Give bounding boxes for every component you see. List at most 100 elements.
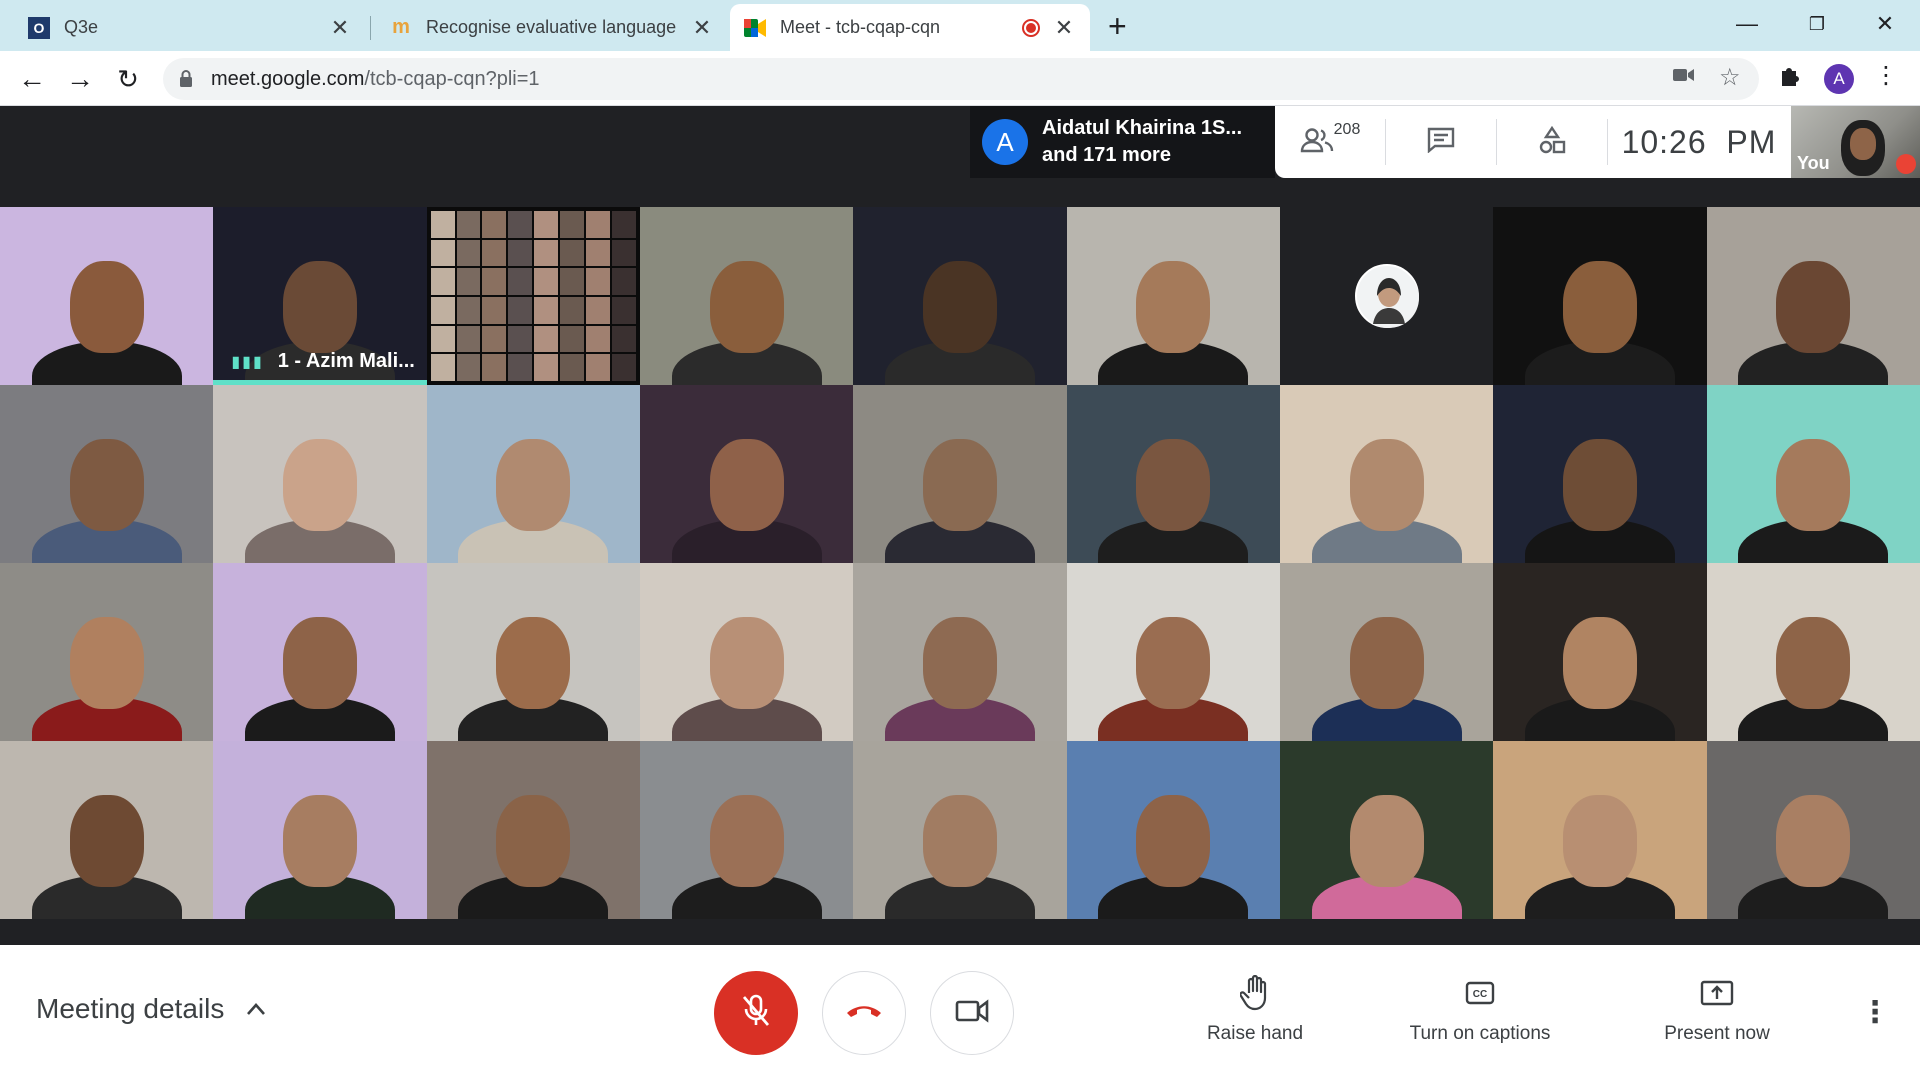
bookmark-star-icon[interactable]: ☆	[1719, 63, 1741, 92]
chat-button[interactable]	[1386, 106, 1496, 178]
participant-tile[interactable]	[426, 207, 640, 385]
participant-tile[interactable]	[639, 563, 854, 741]
participant-tile[interactable]	[1493, 385, 1707, 563]
participant-tile[interactable]	[426, 563, 640, 741]
participant-face	[1349, 438, 1424, 531]
extensions-icon[interactable]	[1778, 65, 1800, 93]
participant-face	[922, 616, 997, 709]
new-tab-button[interactable]: +	[1108, 8, 1127, 45]
current-time: 10:26 PM	[1621, 123, 1777, 160]
tab-recognise-evaluative-language[interactable]: m Recognise evaluative language ✕	[376, 4, 728, 51]
meeting-details-button[interactable]: Meeting details	[36, 993, 266, 1025]
forward-icon[interactable]: →	[60, 59, 100, 99]
leave-call-button[interactable]	[822, 971, 906, 1055]
participant-tile[interactable]	[0, 563, 214, 741]
thumbnail-cell	[430, 268, 455, 295]
profile-avatar[interactable]: A	[1824, 64, 1854, 94]
close-tab-icon[interactable]: ✕	[1052, 15, 1076, 41]
participant-tile[interactable]	[1493, 207, 1707, 385]
participant-tile[interactable]	[426, 741, 640, 919]
participant-tile[interactable]	[1066, 563, 1280, 741]
participant-tile[interactable]	[1066, 741, 1280, 919]
thumbnail-cell	[586, 296, 611, 324]
participant-tile[interactable]	[1493, 563, 1707, 741]
shapes-icon	[1538, 125, 1566, 159]
participant-tile[interactable]	[639, 741, 854, 919]
more-options-icon[interactable]: ⋮	[1860, 995, 1890, 1030]
thumbnail-cell	[456, 211, 481, 238]
raise-hand-button[interactable]: Raise hand	[1200, 975, 1310, 1045]
thumbnail-cell	[612, 239, 636, 267]
participant-face	[1136, 616, 1211, 709]
window-close-icon[interactable]: ✕	[1858, 6, 1912, 42]
tab-title: Q3e	[64, 17, 99, 37]
participant-tile[interactable]: ▮▮▮ 1 - Azim Mali...	[213, 207, 427, 385]
thumbnail-cell	[508, 354, 533, 381]
participant-tile[interactable]	[1706, 385, 1920, 563]
participant-face	[922, 438, 997, 531]
participant-tile[interactable]	[426, 385, 640, 563]
tab-q3e[interactable]: O Q3e ✕	[14, 4, 366, 51]
participant-tile[interactable]	[853, 385, 1067, 563]
participant-tile[interactable]	[1279, 207, 1494, 385]
camera-toggle-button[interactable]	[930, 971, 1014, 1055]
participant-face	[1349, 794, 1424, 887]
hang-up-icon	[845, 1003, 883, 1024]
tab-meet[interactable]: Meet - tcb-cqap-cqn ✕	[730, 4, 1090, 51]
thumbnail-cell	[612, 268, 636, 295]
captions-button[interactable]: CC Turn on captions	[1395, 975, 1565, 1045]
participant-grid: ▮▮▮ 1 - Azim Mali...	[0, 207, 1920, 919]
thumbnail-cell	[430, 211, 455, 238]
participant-face	[709, 794, 784, 887]
participant-face	[1776, 438, 1851, 531]
participant-tile[interactable]	[213, 385, 427, 563]
participant-tile[interactable]	[639, 385, 854, 563]
close-tab-icon[interactable]: ✕	[690, 15, 714, 41]
participant-tile[interactable]	[853, 563, 1067, 741]
participant-tile[interactable]	[1706, 563, 1920, 741]
chevron-up-icon	[246, 995, 266, 1023]
participant-tile[interactable]	[0, 741, 214, 919]
participant-tile[interactable]	[1706, 207, 1920, 385]
participant-tile[interactable]	[1706, 741, 1920, 919]
participant-tile[interactable]	[853, 741, 1067, 919]
thumbnail-cell	[534, 296, 559, 324]
reload-icon[interactable]: ↻	[108, 59, 148, 99]
participant-tile[interactable]	[213, 563, 427, 741]
thumbnail-cell	[430, 296, 455, 324]
thumbnail-cell	[612, 296, 636, 324]
participant-tile[interactable]	[1279, 563, 1494, 741]
participant-tile[interactable]	[0, 207, 214, 385]
meeting-info-panel: 208 10:26 PM	[1275, 106, 1791, 178]
participant-tile[interactable]	[1066, 207, 1280, 385]
participant-tile[interactable]	[639, 207, 854, 385]
participant-tile[interactable]	[1279, 385, 1494, 563]
presenter-chip[interactable]: A Aidatul Khairina 1S... and 171 more	[970, 106, 1275, 178]
address-bar[interactable]: meet.google.com/tcb-cqap-cqn?pli=1 ☆	[163, 58, 1759, 100]
url-host: meet.google.com	[211, 67, 365, 90]
participant-face	[496, 616, 571, 709]
participants-button[interactable]: 208	[1275, 106, 1385, 178]
restore-icon[interactable]: ❐	[1790, 6, 1844, 42]
participant-tile[interactable]	[853, 207, 1067, 385]
back-icon[interactable]: ←	[12, 59, 52, 99]
participant-face	[1776, 616, 1851, 709]
browser-menu-icon[interactable]: ⋮	[1874, 61, 1898, 90]
thumbnail-cell	[508, 296, 533, 324]
participant-tile[interactable]	[1066, 385, 1280, 563]
thumbnail-cell	[560, 296, 585, 324]
participant-face	[496, 438, 571, 531]
present-now-button[interactable]: Present now	[1652, 975, 1782, 1045]
thumbnail-cell	[586, 325, 611, 353]
close-tab-icon[interactable]: ✕	[328, 15, 352, 41]
minimize-icon[interactable]: —	[1720, 6, 1774, 42]
activities-button[interactable]	[1497, 106, 1607, 178]
self-view-tile[interactable]: You	[1791, 106, 1920, 178]
participant-tile[interactable]	[213, 741, 427, 919]
thumbnail-cell	[482, 354, 507, 381]
participant-tile[interactable]	[1493, 741, 1707, 919]
participant-tile[interactable]	[1279, 741, 1494, 919]
mic-toggle-button[interactable]	[714, 971, 798, 1055]
camera-blocked-icon[interactable]	[1673, 66, 1695, 89]
participant-tile[interactable]	[0, 385, 214, 563]
